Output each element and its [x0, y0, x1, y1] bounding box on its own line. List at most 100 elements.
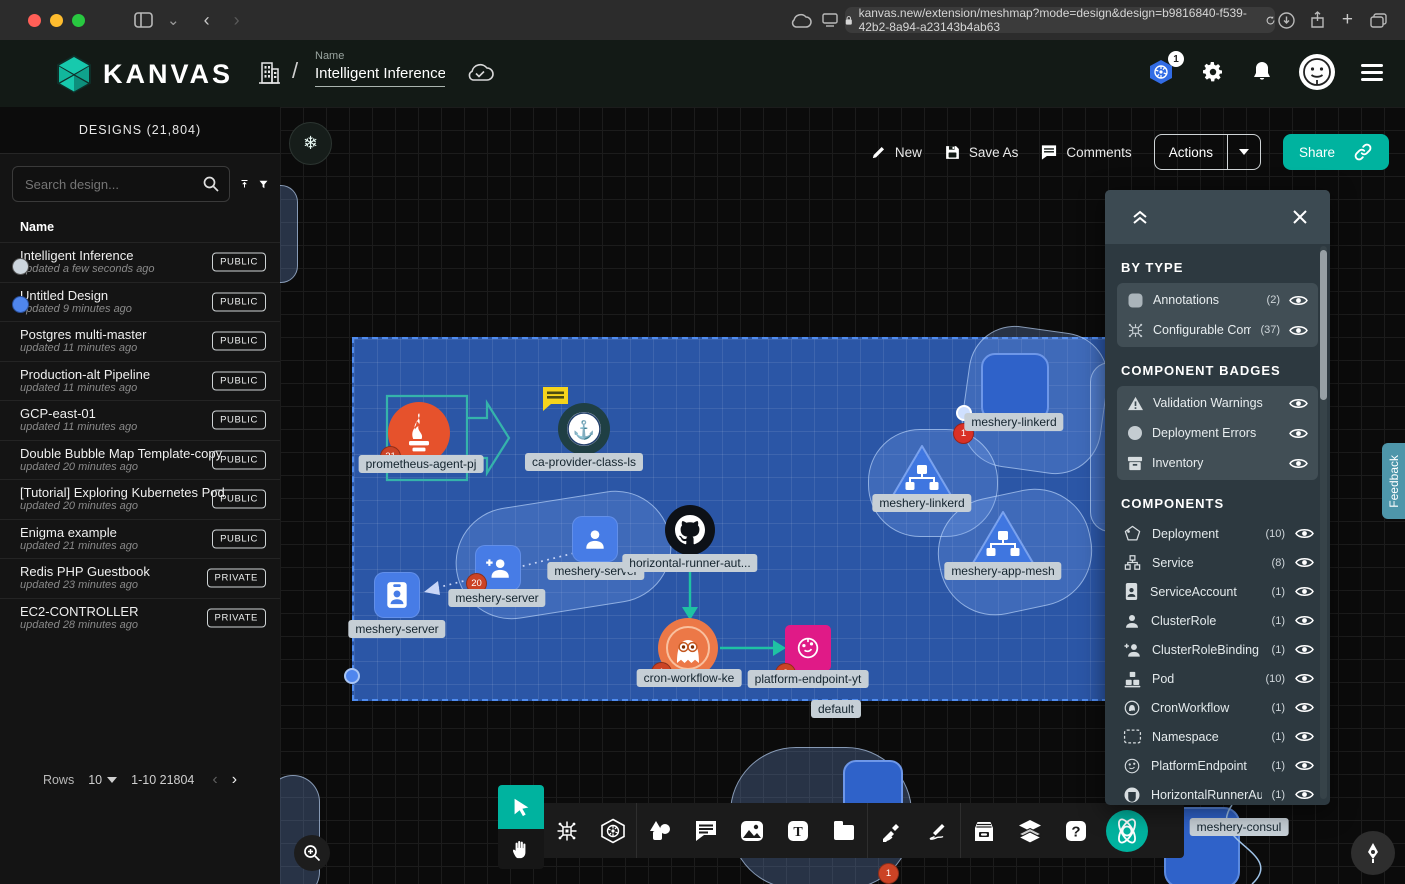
new-button[interactable]: New: [870, 144, 922, 161]
cloud-tab-icon[interactable]: [790, 13, 812, 28]
component-row-clusterrolebinding[interactable]: ClusterRoleBinding(1): [1105, 635, 1330, 664]
node-label[interactable]: meshery-app-mesh: [944, 562, 1061, 580]
forward-icon[interactable]: ›: [234, 10, 240, 31]
eye-icon[interactable]: [1295, 556, 1314, 569]
node-service-appmesh[interactable]: [970, 509, 1036, 567]
node-label[interactable]: ca-provider-class-ls: [525, 453, 643, 471]
component-row-pod[interactable]: Pod(10): [1105, 664, 1330, 693]
reader-icon[interactable]: [822, 13, 838, 27]
badge-row-validation[interactable]: Validation Warnings: [1123, 388, 1312, 418]
node-namespace-linkerd[interactable]: 1: [981, 353, 1049, 421]
design-list-item[interactable]: Postgres multi-master updated 11 minutes…: [0, 321, 280, 361]
close-icon[interactable]: [1292, 209, 1308, 225]
node-platform-endpoint[interactable]: 2: [785, 625, 831, 671]
pencil-tool[interactable]: [914, 803, 960, 858]
prev-page-icon[interactable]: ‹: [212, 771, 217, 789]
design-list-item[interactable]: Redis PHP Guestbook updated 23 minutes a…: [0, 558, 280, 598]
node-label[interactable]: platform-endpoint-yt: [748, 670, 869, 688]
components-tool[interactable]: [544, 803, 590, 858]
user-avatar[interactable]: [1299, 54, 1335, 90]
snowflake-button[interactable]: ❄: [289, 122, 332, 165]
meshery-operator-tool[interactable]: [1099, 803, 1155, 858]
kanvas-logo[interactable]: KANVAS: [55, 54, 233, 94]
design-canvas[interactable]: 21 prometheus-agent-pj ⚓ ca-provider-cla…: [280, 107, 1405, 884]
layer-row-configurable[interactable]: Configurable Compon (37): [1123, 315, 1312, 345]
search-input[interactable]: [23, 176, 203, 193]
kubernetes-context-button[interactable]: 1: [1147, 58, 1175, 86]
namespace-default-label[interactable]: default: [811, 700, 861, 718]
eye-icon[interactable]: [1289, 457, 1308, 470]
design-list-item[interactable]: Intelligent Inference updated a few seco…: [0, 242, 280, 282]
downloads-icon[interactable]: [1278, 12, 1295, 29]
panel-scrollbar-thumb[interactable]: [1320, 250, 1327, 400]
component-row-serviceaccount[interactable]: ServiceAccount(1): [1105, 577, 1330, 606]
filter-icon[interactable]: [259, 176, 268, 193]
design-list-item[interactable]: EC2-CONTROLLER updated 28 minutes ago PR…: [0, 598, 280, 638]
component-row-clusterrole[interactable]: ClusterRole(1): [1105, 606, 1330, 635]
help-tool[interactable]: ?: [1053, 803, 1099, 858]
eye-icon[interactable]: [1289, 294, 1308, 307]
node-service-linkerd[interactable]: [889, 443, 955, 501]
node-label[interactable]: meshery-linkerd: [872, 494, 971, 512]
text-tool[interactable]: T: [775, 803, 821, 858]
node-serviceaccount[interactable]: [374, 572, 420, 618]
component-row-platformendpoint[interactable]: PlatformEndpoint(1): [1105, 751, 1330, 780]
rows-per-page-select[interactable]: 10: [88, 773, 117, 787]
close-window-button[interactable]: [28, 14, 41, 27]
drawer-tool[interactable]: [961, 803, 1007, 858]
design-list-item[interactable]: Enigma example updated 21 minutes ago PU…: [0, 519, 280, 559]
node-label[interactable]: prometheus-agent-pj: [359, 455, 484, 473]
design-list-item[interactable]: GCP-east-01 updated 11 minutes ago PUBLI…: [0, 400, 280, 440]
node-label[interactable]: meshery-server: [348, 620, 445, 638]
import-design-icon[interactable]: [240, 175, 249, 193]
eye-icon[interactable]: [1295, 759, 1314, 772]
eye-icon[interactable]: [1295, 643, 1314, 656]
component-row-service[interactable]: Service(8): [1105, 548, 1330, 577]
node-label[interactable]: cron-workflow-ke: [637, 669, 742, 687]
next-page-icon[interactable]: ›: [232, 771, 237, 789]
eye-icon[interactable]: [1295, 614, 1314, 627]
back-icon[interactable]: ‹: [204, 10, 210, 31]
node-label[interactable]: meshery-server: [448, 589, 545, 607]
shapes-tool[interactable]: [637, 803, 683, 858]
pan-tool[interactable]: [498, 829, 544, 869]
design-list-item[interactable]: Production-alt Pipeline updated 11 minut…: [0, 361, 280, 401]
settings-gear-icon[interactable]: [1201, 60, 1225, 84]
node-github-runner[interactable]: [665, 505, 715, 555]
select-tool[interactable]: [498, 785, 544, 829]
component-row-namespace[interactable]: Namespace(1): [1105, 722, 1330, 751]
component-row-deployment[interactable]: Deployment(10): [1105, 519, 1330, 548]
layers-tool[interactable]: [1007, 803, 1053, 858]
share-page-icon[interactable]: [1310, 11, 1325, 29]
component-row-cronworkflow[interactable]: CronWorkflow(1): [1105, 693, 1330, 722]
notifications-bell-icon[interactable]: [1251, 60, 1273, 84]
layer-row-annotations[interactable]: Annotations (2): [1123, 285, 1312, 315]
design-name-input[interactable]: [315, 62, 445, 87]
badge-row-errors[interactable]: Deployment Errors: [1123, 418, 1312, 448]
address-bar[interactable]: kanvas.new/extension/meshmap?mode=design…: [845, 7, 1275, 33]
reload-icon[interactable]: [1266, 14, 1275, 27]
component-row-horizontalrunner[interactable]: HorizontalRunnerAutos(1): [1105, 780, 1330, 805]
eye-icon[interactable]: [1295, 730, 1314, 743]
eye-icon[interactable]: [1289, 324, 1308, 337]
kubernetes-tool[interactable]: [590, 803, 636, 858]
comments-button[interactable]: Comments: [1040, 144, 1131, 161]
design-list-item[interactable]: [Tutorial] Exploring Kubernetes Pod upda…: [0, 479, 280, 519]
eye-icon[interactable]: [1295, 527, 1314, 540]
node-label[interactable]: horizontal-runner-aut...: [622, 554, 757, 572]
organization-icon[interactable]: [256, 60, 282, 86]
collapse-double-chevron-icon[interactable]: [1131, 209, 1149, 225]
eye-icon[interactable]: [1295, 788, 1314, 801]
comment-annotation-icon[interactable]: [540, 386, 570, 412]
scalpel-tool[interactable]: [868, 803, 914, 858]
minimize-window-button[interactable]: [50, 14, 63, 27]
search-design-box[interactable]: [12, 166, 230, 202]
eye-icon[interactable]: [1289, 427, 1308, 440]
node-clusterrole[interactable]: [572, 516, 618, 562]
sidebar-toggle-icon[interactable]: [134, 12, 153, 28]
chevron-down-icon[interactable]: ⌄: [167, 11, 180, 29]
tab-overview-icon[interactable]: [1370, 13, 1387, 28]
actions-split-button[interactable]: Actions: [1154, 134, 1261, 170]
image-tool[interactable]: [729, 803, 775, 858]
node-label[interactable]: meshery-consul: [1190, 818, 1289, 836]
